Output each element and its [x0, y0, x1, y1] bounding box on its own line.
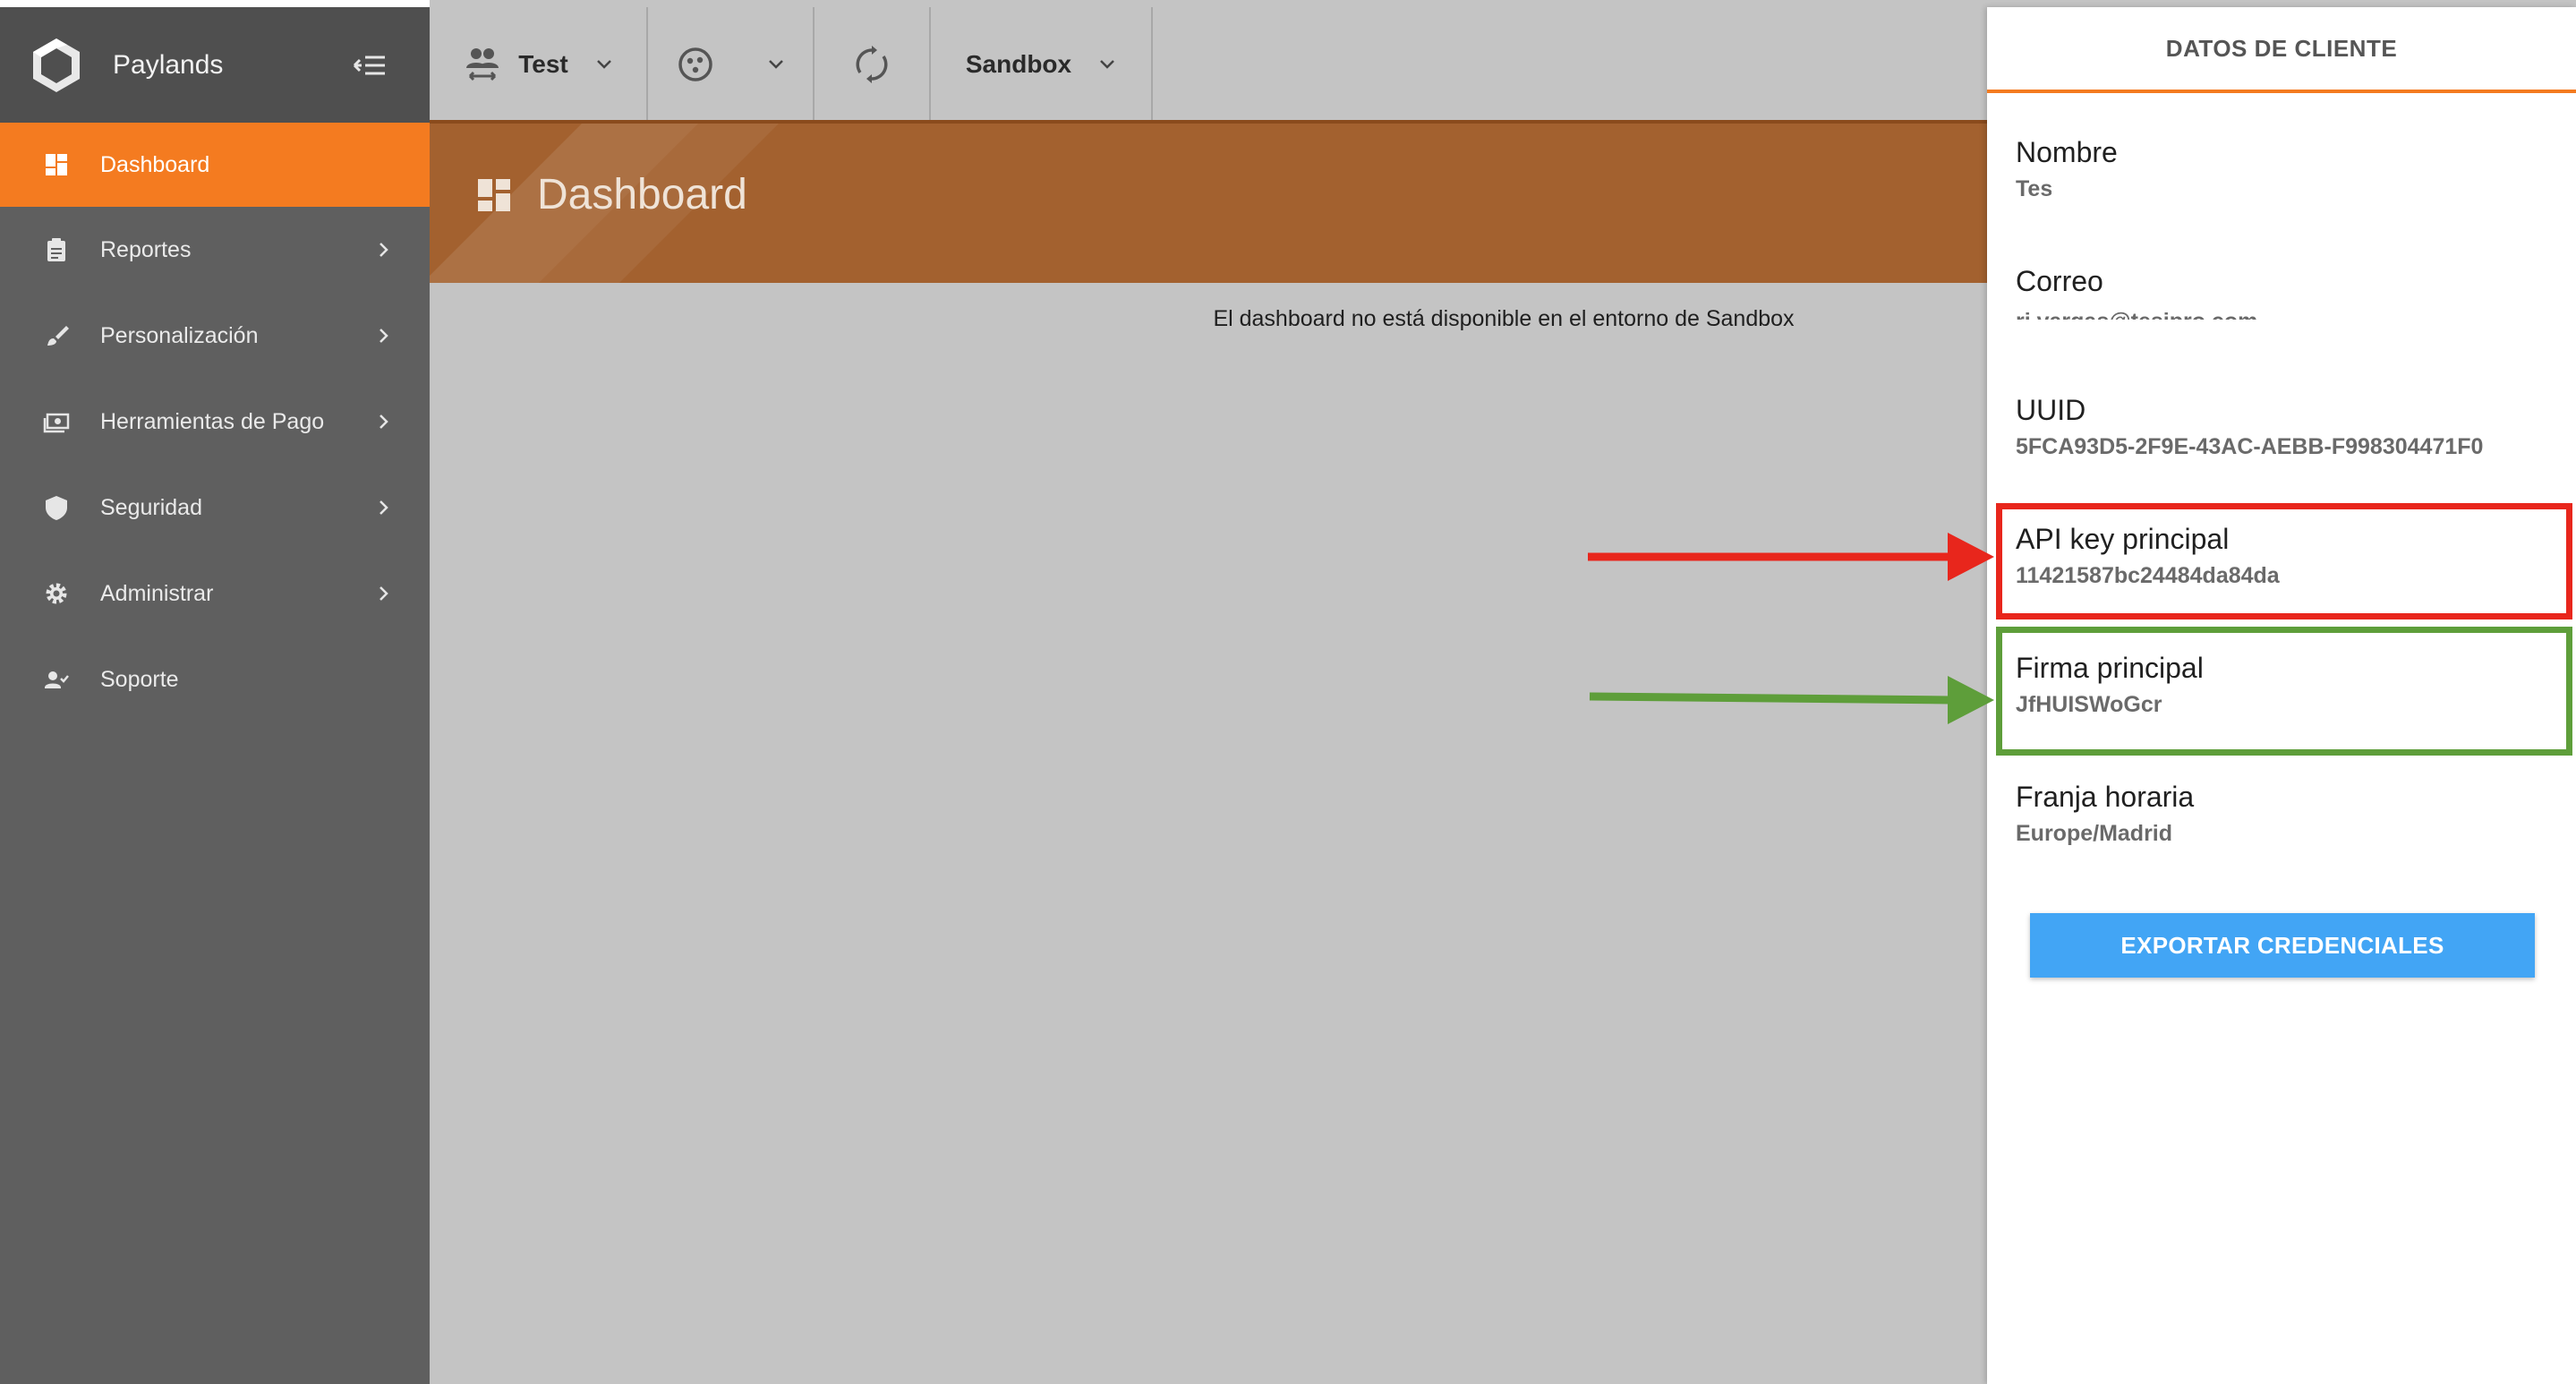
- brush-icon: [47, 326, 69, 346]
- environment-label: Sandbox: [965, 50, 1072, 78]
- sidebar-item-dashboard[interactable]: Dashboard: [0, 123, 430, 207]
- dashboard-icon: [478, 178, 510, 211]
- field-value[interactable]: Europe/Madrid: [2016, 821, 2374, 847]
- top-bar: Test Sandbox: [430, 7, 1987, 122]
- chevron-down-icon: [596, 60, 611, 69]
- field-correo: Correo rj.vargas@tesipro.com: [2016, 265, 2284, 320]
- sidebar-item-label: Personalización: [100, 322, 259, 348]
- sidebar-item-reportes[interactable]: Reportes: [0, 207, 430, 293]
- banner-heading: Dashboard: [476, 170, 747, 219]
- red-arrow-icon: [1588, 533, 1994, 581]
- chevron-right-icon: [380, 586, 388, 601]
- paylands-logo-icon[interactable]: [27, 36, 86, 95]
- page-title: Dashboard: [537, 171, 747, 218]
- account-selector[interactable]: Test: [430, 7, 648, 122]
- chevron-down-icon: [1100, 60, 1114, 69]
- cookie-selector[interactable]: [648, 7, 815, 122]
- sidebar-item-label: Dashboard: [100, 151, 210, 177]
- users-switch-icon: [466, 48, 499, 81]
- sidebar-item-label: Administrar: [100, 580, 214, 606]
- field-label: UUID: [2016, 394, 2086, 426]
- chevron-right-icon: [380, 329, 388, 343]
- field-nombre: Nombre Tes: [2016, 136, 2320, 202]
- collapse-menu-icon[interactable]: [353, 52, 387, 79]
- sidebar-item-label: Herramientas de Pago: [100, 408, 325, 434]
- account-label: Test: [518, 50, 568, 78]
- chevron-right-icon: [380, 500, 388, 515]
- sidebar-item-administrar[interactable]: Administrar: [0, 551, 430, 636]
- field-label: Correo: [2016, 265, 2103, 297]
- sync-icon: [856, 46, 888, 83]
- gear-icon: [46, 583, 67, 604]
- sidebar-nav: Dashboard Reportes Personalización Herra…: [0, 123, 430, 722]
- field-label: Nombre: [2016, 136, 2118, 168]
- export-credentials-button[interactable]: EXPORTAR CREDENCIALES: [2030, 913, 2535, 978]
- sidebar-item-label: Seguridad: [100, 494, 202, 520]
- chevron-down-icon: [769, 60, 783, 69]
- sidebar-item-label: Soporte: [100, 666, 179, 692]
- field-uuid: UUID 5FCA93D5-2F9E-43AC-AEBB-F998304471F…: [2016, 394, 2553, 460]
- field-value[interactable]: rj.vargas@tesipro.com: [2016, 305, 2284, 320]
- sidebar-item-label: Reportes: [100, 236, 192, 262]
- refresh-button[interactable]: [815, 7, 931, 122]
- field-value[interactable]: Tes: [2016, 176, 2051, 202]
- sidebar: Paylands Dashboard Reportes Personalizac…: [0, 0, 430, 1384]
- chevron-right-icon: [380, 243, 388, 257]
- panel-title: DATOS DE CLIENTE: [1987, 7, 2576, 93]
- payment-icon: [43, 413, 70, 433]
- shield-icon: [46, 496, 67, 520]
- app-title: Paylands: [113, 49, 224, 80]
- green-arrow-icon: [1589, 676, 1994, 724]
- field-label: Franja horaria: [2016, 781, 2195, 813]
- clipboard-icon: [47, 238, 65, 261]
- field-value[interactable]: 5FCA93D5-2F9E-43AC-AEBB-F998304471F0: [2016, 434, 2553, 460]
- page-banner: Dashboard: [430, 124, 1987, 283]
- chevron-right-icon: [380, 414, 388, 429]
- api-key-highlight-box: [1996, 503, 2572, 619]
- cookie-icon: [678, 47, 712, 81]
- field-franja-horaria: Franja horaria Europe/Madrid: [2016, 781, 2374, 847]
- sidebar-item-personalizacion[interactable]: Personalización: [0, 293, 430, 379]
- sidebar-item-soporte[interactable]: Soporte: [0, 636, 430, 722]
- environment-selector[interactable]: Sandbox: [931, 7, 1153, 122]
- sidebar-header: Paylands: [0, 0, 430, 123]
- sidebar-item-herramientas-de-pago[interactable]: Herramientas de Pago: [0, 379, 430, 465]
- sidebar-item-seguridad[interactable]: Seguridad: [0, 465, 430, 551]
- signature-highlight-box: [1996, 627, 2572, 756]
- dashboard-icon: [46, 154, 67, 175]
- support-user-icon: [45, 671, 69, 688]
